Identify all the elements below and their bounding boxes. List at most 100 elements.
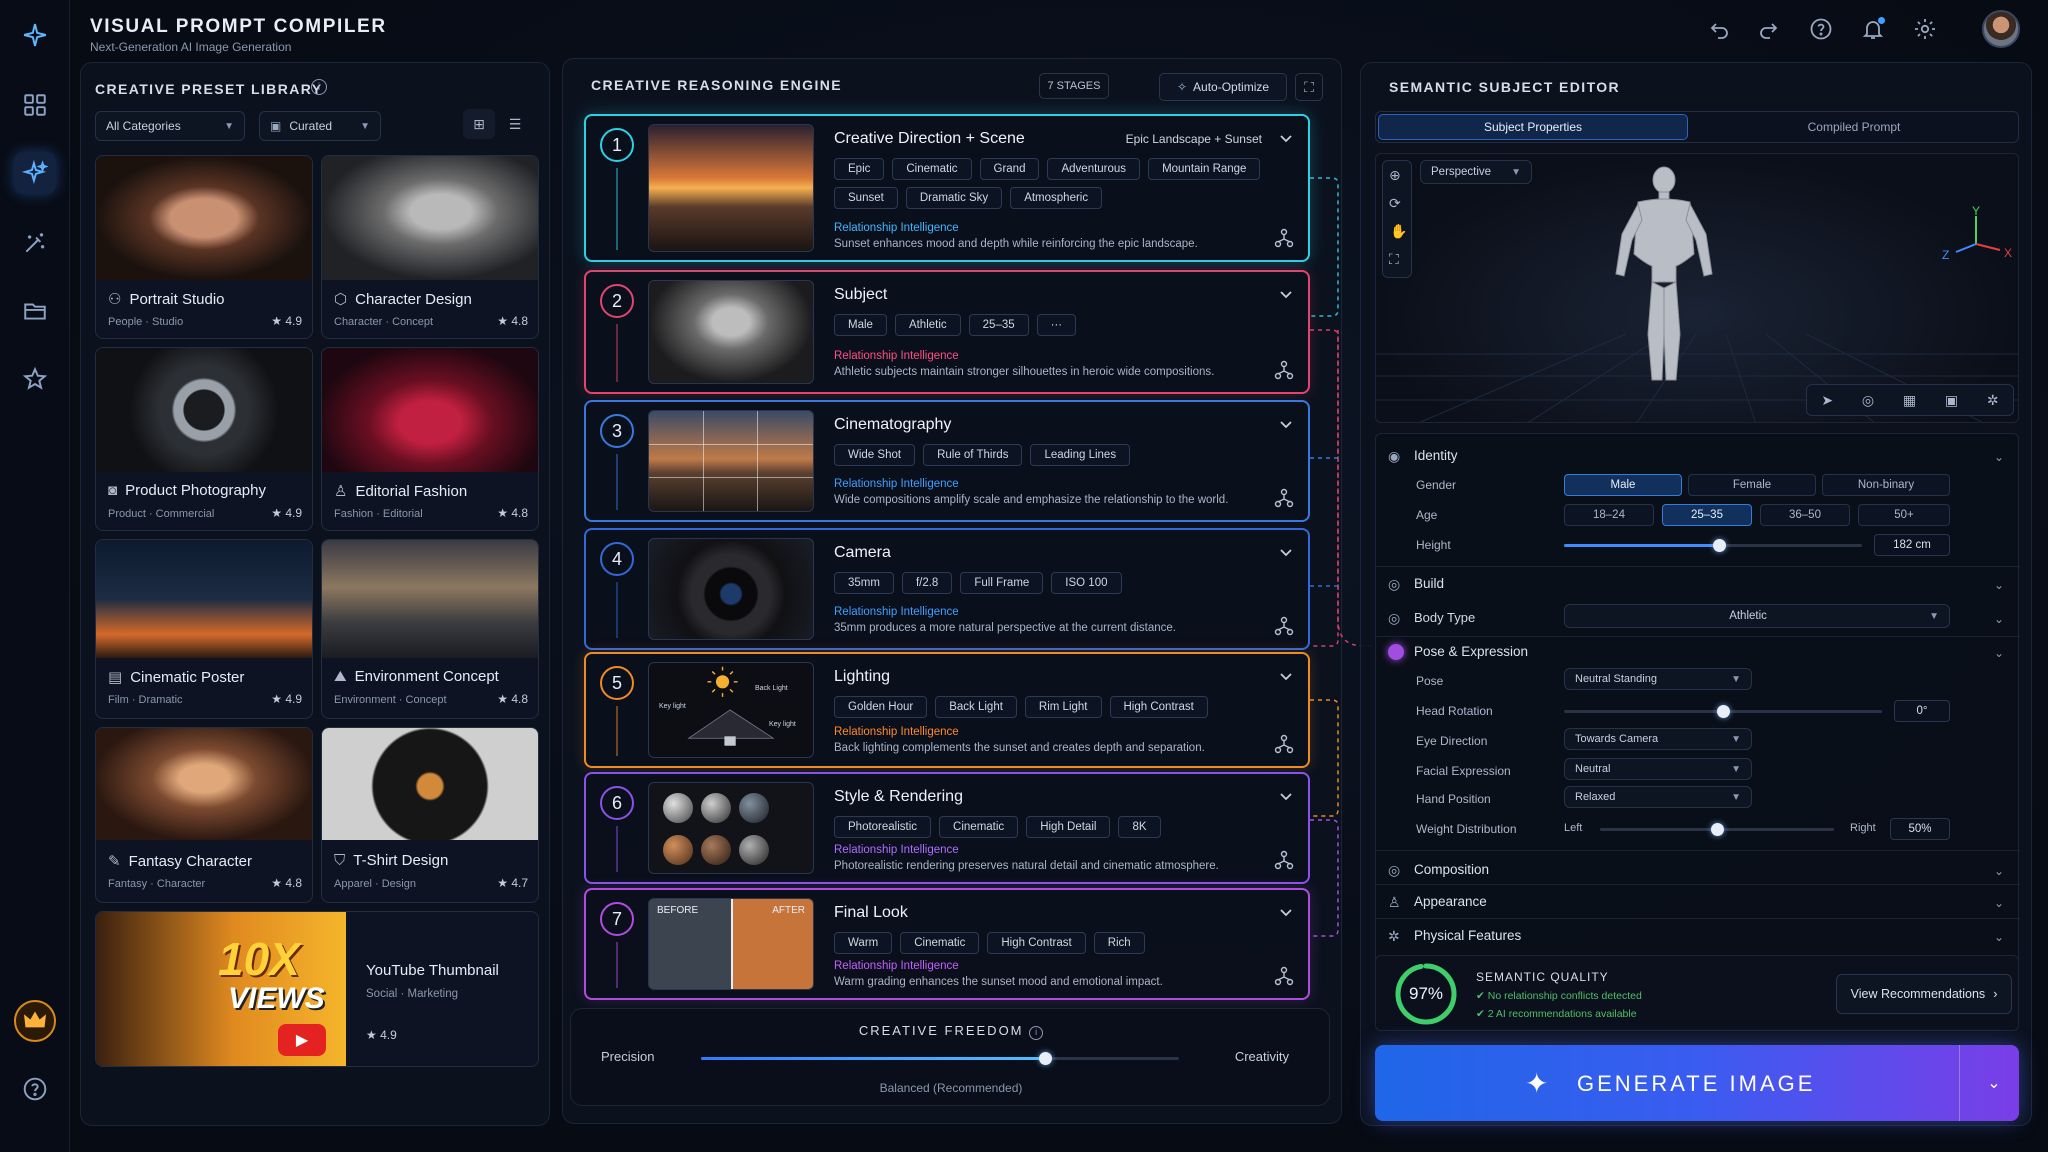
more-chip[interactable]: ··· [1036,314,1077,336]
stage-card-3[interactable]: 3 Cinematography Wide Shot Rule of Third… [584,400,1310,522]
crown-icon[interactable] [14,1000,56,1042]
redo-icon[interactable] [1754,14,1784,44]
notification-bell-icon[interactable] [1858,14,1888,44]
chip[interactable]: High Contrast [987,932,1086,954]
help-icon[interactable] [14,1068,56,1110]
stage-card-7[interactable]: 7 BEFORE AFTER Final Look Warm Cinematic… [584,888,1310,1000]
chevron-down-icon[interactable] [1278,544,1294,560]
chip[interactable]: Cinematic [900,932,980,954]
expand-icon[interactable]: ⛶ [1295,73,1323,101]
chip[interactable]: Cinematic [892,158,972,180]
section-build-title[interactable]: Build [1414,576,1444,591]
chip[interactable]: 35mm [834,572,894,594]
stage-card-2[interactable]: 2 Subject Male Athletic 25–35 ··· Relati… [584,270,1310,394]
head-rotation-value[interactable]: 0° [1894,700,1950,722]
3d-viewport[interactable]: Perspective ▼ ⊕ ⟳ ✋ ⛶ Y X Z ➤ ◎ ▦ ▣ ✲ [1375,153,2019,423]
age-option-25-35[interactable]: 25–35 [1662,504,1752,526]
chip[interactable]: f/2.8 [901,572,953,594]
height-slider[interactable] [1564,539,1862,552]
preset-card-environment-concept[interactable]: ⛰ Environment Concept Environment · Conce… [321,539,539,719]
node-graph-icon[interactable] [1274,734,1294,754]
chip[interactable]: Full Frame [960,572,1044,594]
chevron-down-icon[interactable]: ⌄ [1994,896,2004,910]
chip[interactable]: 8K [1118,816,1161,838]
chip[interactable]: Adventurous [1047,158,1141,180]
chip[interactable]: Sunset [834,187,898,209]
chip[interactable]: 25–35 [968,314,1029,336]
sparkle-icon[interactable] [14,152,56,194]
stage-card-1[interactable]: 1 Creative Direction + Scene Epic Landsc… [584,114,1310,262]
settings-gear-icon[interactable] [1910,14,1940,44]
stage-card-6[interactable]: 6 Style & Rendering Photorealistic Cinem… [584,772,1310,884]
stage-card-4[interactable]: 4 Camera 35mm f/2.8 Full Frame ISO 100 R… [584,528,1310,650]
pan-hand-icon[interactable]: ✋ [1390,223,1407,240]
preset-card-product-photography[interactable]: ◙ Product Photography Product · Commercia… [95,347,313,531]
preset-card-character-design[interactable]: ⬡ Character Design Character · Concept ★ … [321,155,539,339]
node-graph-icon[interactable] [1274,360,1294,380]
chevron-down-icon[interactable] [1278,668,1294,684]
grid-view-toggle[interactable]: ⊞ [463,109,495,139]
preset-card-portrait-studio[interactable]: ⚇ Portrait Studio People · Studio ★ 4.9 [95,155,313,339]
preset-card-cinematic-poster[interactable]: ▤ Cinematic Poster Film · Dramatic ★ 4.9 [95,539,313,719]
sort-filter-select[interactable]: ▣ Curated ▼ [259,111,381,141]
node-graph-icon[interactable] [1274,850,1294,870]
pointer-icon[interactable]: ➤ [1821,392,1833,409]
chip[interactable]: Back Light [935,696,1017,718]
help-circle-icon[interactable] [1806,14,1836,44]
chip[interactable]: High Detail [1026,816,1111,838]
chip[interactable]: Photorealistic [834,816,932,838]
stage-card-5[interactable]: 5 Key light Back Light Key light Lightin… [584,652,1310,768]
height-value[interactable]: 182 cm [1874,534,1950,556]
chip[interactable]: Rich [1093,932,1145,954]
generate-image-button[interactable]: ✦ GENERATE IMAGE ⌄ [1375,1045,2019,1121]
view-mode-select[interactable]: Perspective ▼ [1420,160,1532,184]
preset-card-youtube-thumbnail[interactable]: 10X VIEWS ▶ YouTube Thumbnail Social · M… [95,911,539,1067]
chip[interactable]: Male [834,314,887,336]
grid-icon[interactable] [14,84,56,126]
chip[interactable]: Rim Light [1024,696,1102,718]
gender-option-non-binary[interactable]: Non-binary [1822,474,1950,496]
slider-knob[interactable] [1039,1052,1053,1065]
eye-direction-select[interactable]: Towards Camera ▼ [1564,728,1752,750]
magic-wand-icon[interactable] [14,222,56,264]
chip[interactable]: Wide Shot [834,444,916,466]
chevron-down-icon[interactable] [1278,904,1294,920]
preset-card-editorial-fashion[interactable]: ♙ Editorial Fashion Fashion · Editorial ★… [321,347,539,531]
star-icon[interactable] [14,358,56,400]
age-option-50-plus[interactable]: 50+ [1858,504,1950,526]
chevron-down-icon[interactable]: ⌄ [1994,646,2004,660]
weight-distribution-slider[interactable] [1600,823,1834,836]
category-filter-select[interactable]: All Categories ▼ [95,111,245,141]
chip[interactable]: Dramatic Sky [905,187,1003,209]
fit-frame-icon[interactable]: ⛶ [1389,251,1399,268]
tab-compiled-prompt[interactable]: Compiled Prompt [1692,114,2016,140]
gender-option-female[interactable]: Female [1688,474,1816,496]
section-identity-title[interactable]: Identity [1414,448,1458,463]
list-view-toggle[interactable]: ☰ [499,109,531,139]
rotate-icon[interactable]: ⟳ [1389,195,1401,212]
target-icon[interactable]: ◎ [1862,392,1874,409]
chip[interactable]: Rule of Thirds [923,444,1023,466]
chevron-down-icon[interactable] [1278,788,1294,804]
view-recommendations-button[interactable]: View Recommendations › [1836,974,2012,1014]
pose-select[interactable]: Neutral Standing ▼ [1564,668,1752,690]
section-composition-title[interactable]: Composition [1414,862,1489,877]
tab-subject-properties[interactable]: Subject Properties [1378,114,1688,140]
node-graph-icon[interactable] [1274,228,1294,248]
chip[interactable]: ISO 100 [1051,572,1122,594]
age-option-18-24[interactable]: 18–24 [1564,504,1654,526]
chevron-down-icon[interactable] [1278,286,1294,302]
hand-position-select[interactable]: Relaxed ▼ [1564,786,1752,808]
generate-options-chevron-icon[interactable]: ⌄ [1969,1045,2019,1121]
section-physical-features-title[interactable]: Physical Features [1414,928,1521,943]
chip[interactable]: Leading Lines [1030,444,1131,466]
age-option-36-50[interactable]: 36–50 [1760,504,1850,526]
user-avatar[interactable] [1982,10,2020,48]
chevron-down-icon[interactable] [1278,416,1294,432]
auto-optimize-button[interactable]: ✧ Auto-Optimize [1159,73,1287,101]
node-graph-icon[interactable] [1274,966,1294,986]
section-pose-title[interactable]: Pose & Expression [1414,644,1528,659]
slider-knob[interactable] [1711,823,1724,836]
chevron-down-icon[interactable] [1278,130,1294,146]
section-appearance-title[interactable]: Appearance [1414,894,1487,909]
